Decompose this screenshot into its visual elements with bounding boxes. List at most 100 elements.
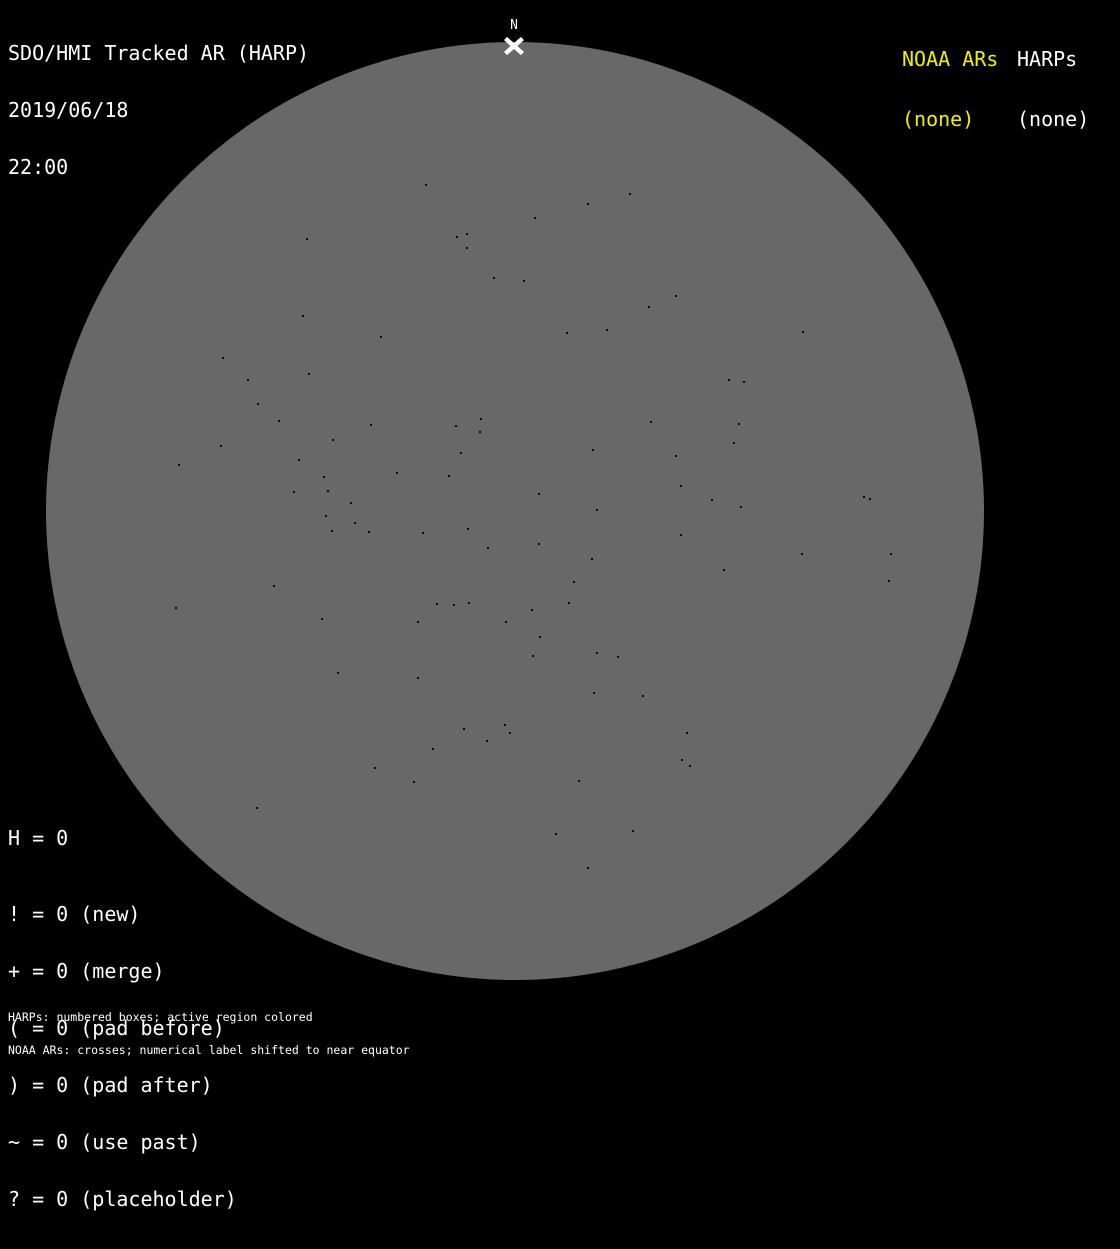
dark-speck bbox=[578, 780, 580, 782]
dark-speck bbox=[566, 332, 568, 334]
dark-speck bbox=[308, 373, 310, 375]
dark-speck bbox=[220, 445, 222, 447]
caption-block: HARPs: numbered boxes; active region col… bbox=[8, 990, 410, 1078]
dark-speck bbox=[278, 420, 280, 422]
dark-speck bbox=[350, 502, 352, 504]
noaa-ars-column: NOAA ARs (none) bbox=[902, 9, 998, 169]
dark-speck bbox=[417, 677, 419, 679]
dark-speck bbox=[413, 781, 415, 783]
dark-speck bbox=[890, 553, 892, 555]
dark-speck bbox=[273, 585, 275, 587]
dark-speck bbox=[448, 475, 450, 477]
dark-speck bbox=[463, 728, 465, 730]
dark-speck bbox=[493, 277, 495, 279]
dark-speck bbox=[629, 193, 631, 195]
dark-speck bbox=[306, 238, 308, 240]
dark-speck bbox=[321, 618, 323, 620]
dark-speck bbox=[422, 532, 424, 534]
dark-speck bbox=[587, 867, 589, 869]
dark-speck bbox=[380, 336, 382, 338]
harps-label: HARPs bbox=[1017, 47, 1078, 71]
dark-speck bbox=[453, 604, 455, 606]
dark-speck bbox=[505, 621, 507, 623]
dark-speck bbox=[327, 490, 329, 492]
dark-speck bbox=[689, 765, 691, 767]
dark-speck bbox=[680, 534, 682, 536]
caption-harps: HARPs: numbered boxes; active region col… bbox=[8, 1010, 313, 1024]
dark-speck bbox=[178, 464, 180, 466]
observation-date: 2019/06/18 bbox=[8, 98, 129, 122]
harp-count: H = 0 bbox=[8, 826, 69, 850]
dark-speck bbox=[711, 499, 713, 501]
dark-speck bbox=[222, 357, 224, 359]
dark-speck bbox=[801, 553, 803, 555]
dark-speck bbox=[596, 652, 598, 654]
dark-speck bbox=[370, 424, 372, 426]
dark-speck bbox=[587, 203, 589, 205]
legend-line-new: ! = 0 (new) bbox=[8, 902, 141, 926]
observation-time: 22:00 bbox=[8, 155, 69, 179]
dark-speck bbox=[396, 472, 398, 474]
harps-column: HARPs (none) bbox=[1017, 9, 1089, 169]
solar-harp-visualization: SDO/HMI Tracked AR (HARP) 2019/06/18 22:… bbox=[0, 0, 1120, 1209]
dark-speck bbox=[479, 431, 481, 433]
dark-speck bbox=[486, 740, 488, 742]
dark-speck bbox=[675, 295, 677, 297]
dark-speck bbox=[436, 603, 438, 605]
dark-speck bbox=[592, 449, 594, 451]
dark-speck bbox=[617, 656, 619, 658]
north-direction-label: N bbox=[510, 18, 518, 33]
page-title: SDO/HMI Tracked AR (HARP) bbox=[8, 41, 310, 65]
dark-speck bbox=[466, 247, 468, 249]
dark-speck bbox=[686, 732, 688, 734]
dark-speck bbox=[504, 724, 506, 726]
dark-speck bbox=[256, 807, 258, 809]
dark-speck bbox=[325, 515, 327, 517]
dark-speck bbox=[531, 609, 533, 611]
noaa-ars-label: NOAA ARs bbox=[902, 47, 999, 71]
dark-speck bbox=[331, 530, 333, 532]
dark-speck bbox=[723, 569, 725, 571]
dark-speck bbox=[606, 329, 608, 331]
dark-speck bbox=[247, 379, 249, 381]
dark-speck bbox=[417, 621, 419, 623]
dark-speck bbox=[466, 233, 468, 235]
dark-speck bbox=[425, 184, 427, 186]
dark-speck bbox=[539, 636, 541, 638]
dark-speck bbox=[354, 522, 356, 524]
dark-speck bbox=[573, 581, 575, 583]
dark-speck bbox=[593, 692, 595, 694]
dark-speck bbox=[487, 547, 489, 549]
dark-speck bbox=[293, 491, 295, 493]
dark-speck bbox=[534, 217, 536, 219]
dark-speck bbox=[568, 602, 570, 604]
dark-speck bbox=[740, 506, 742, 508]
dark-speck bbox=[175, 607, 177, 609]
dark-speck bbox=[596, 509, 598, 511]
dark-speck bbox=[632, 830, 634, 832]
legend-line-pad-after: ) = 0 (pad after) bbox=[8, 1073, 213, 1097]
dark-speck bbox=[675, 455, 677, 457]
caption-noaa: NOAA ARs: crosses; numerical label shift… bbox=[8, 1043, 410, 1057]
dark-speck bbox=[648, 306, 650, 308]
dark-speck bbox=[257, 403, 259, 405]
title-block: SDO/HMI Tracked AR (HARP) 2019/06/18 22:… bbox=[8, 6, 309, 215]
dark-speck bbox=[650, 421, 652, 423]
dark-speck bbox=[323, 476, 325, 478]
north-cross-icon bbox=[504, 36, 524, 56]
dark-speck bbox=[337, 672, 339, 674]
legend-line-use-past: ~ = 0 (use past) bbox=[8, 1130, 201, 1154]
dark-speck bbox=[368, 531, 370, 533]
dark-speck bbox=[532, 655, 534, 657]
dark-speck bbox=[538, 543, 540, 545]
dark-speck bbox=[642, 695, 644, 697]
dark-speck bbox=[509, 732, 511, 734]
dark-speck bbox=[863, 496, 865, 498]
dark-speck bbox=[302, 315, 304, 317]
dark-speck bbox=[869, 498, 871, 500]
dark-speck bbox=[374, 767, 376, 769]
dark-speck bbox=[523, 280, 525, 282]
dark-speck bbox=[681, 759, 683, 761]
noaa-ars-value: (none) bbox=[902, 107, 975, 131]
dark-speck bbox=[332, 439, 334, 441]
